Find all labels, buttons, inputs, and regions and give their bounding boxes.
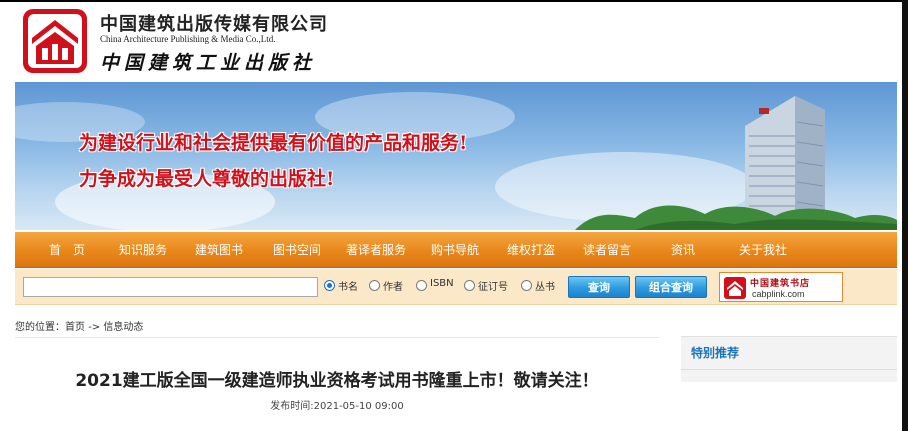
nav-item-author-service[interactable]: 著译者服务	[335, 232, 417, 268]
brand-name-cn: 中国建筑出版传媒有限公司	[100, 14, 328, 35]
breadcrumb-prefix: 您的位置：	[15, 322, 65, 333]
nav-item-anti-piracy[interactable]: 维权打盗	[493, 232, 569, 268]
breadcrumb-current: 信息动态	[103, 322, 144, 333]
nav-item-purchase-guide[interactable]: 购书导航	[417, 232, 493, 268]
sidebar-divider	[681, 369, 897, 370]
publish-label: 发布时间:	[270, 401, 314, 412]
sidebar-title: 特别推荐	[691, 346, 740, 360]
search-input[interactable]	[23, 277, 318, 297]
nav-item-news[interactable]: 资讯	[651, 232, 715, 268]
content-divider	[15, 337, 659, 338]
banner-slogan-1: 为建设行业和社会提供最有价值的产品和服务!	[79, 132, 468, 154]
main-nav: 首 页 知识服务 建筑图书 图书空间 著译者服务 购书导航 维权打盗 读者留言 …	[15, 232, 897, 268]
cabp-small-logo-icon	[724, 277, 746, 299]
trees-decoration	[575, 205, 897, 230]
publish-info: 发布时间:2021-05-10 09:00	[15, 397, 659, 412]
nav-item-reader-messages[interactable]: 读者留言	[569, 232, 645, 268]
partner-bookstore-link[interactable]: 中国建筑书店 cabplink.com	[719, 272, 843, 302]
radio-label-order-number: 征订号	[478, 282, 508, 293]
publish-time: 2021-05-10 09:00	[313, 401, 404, 412]
window-scrollbar-edge	[902, 0, 908, 431]
radio-label-isbn: ISBN	[430, 278, 454, 289]
radio-label-author: 作者	[383, 282, 403, 293]
combo-search-button[interactable]: 组合查询	[635, 276, 707, 298]
radio-title[interactable]	[324, 280, 335, 291]
breadcrumb: 您的位置：首页 -> 信息动态	[15, 318, 143, 333]
article-title: 2021建工版全国一级建造师执业资格考试用书隆重上市！敬请关注！	[75, 371, 599, 391]
banner-slogan-2: 力争成为最受人尊敬的出版社!	[79, 168, 335, 190]
partner-url: cabplink.com	[752, 289, 805, 299]
hero-banner: 为建设行业和社会提供最有价值的产品和服务! 力争成为最受人尊敬的出版社!	[15, 82, 897, 230]
nav-item-about-us[interactable]: 关于我社	[725, 232, 801, 268]
cabp-logo-icon[interactable]	[22, 8, 88, 74]
site-header: 中国建筑出版传媒有限公司 China Architecture Publishi…	[0, 2, 902, 80]
brand-name-en: China Architecture Publishing & Media Co…	[100, 34, 276, 44]
breadcrumb-separator: ->	[88, 322, 101, 333]
radio-label-title: 书名	[338, 282, 358, 293]
search-bar: 书名 作者 ISBN 征订号 丛书 查询 组合查询 中国建筑书店 cabplin…	[15, 269, 897, 305]
brand-name-calligraphy: 中国建筑工业出版社	[100, 52, 317, 74]
nav-item-architecture-books[interactable]: 建筑图书	[181, 232, 257, 268]
nav-item-home[interactable]: 首 页	[29, 232, 105, 268]
search-button[interactable]: 查询	[568, 276, 630, 298]
nav-item-knowledge-service[interactable]: 知识服务	[105, 232, 181, 268]
radio-isbn[interactable]	[416, 280, 427, 291]
breadcrumb-home-link[interactable]: 首页	[65, 322, 85, 333]
radio-label-series: 丛书	[535, 282, 555, 293]
nav-item-book-space[interactable]: 图书空间	[259, 232, 335, 268]
radio-series[interactable]	[521, 280, 532, 291]
partner-name: 中国建筑书店	[750, 279, 811, 289]
radio-order-number[interactable]	[464, 280, 475, 291]
featured-sidebar: 特别推荐	[681, 336, 897, 382]
radio-author[interactable]	[369, 280, 380, 291]
